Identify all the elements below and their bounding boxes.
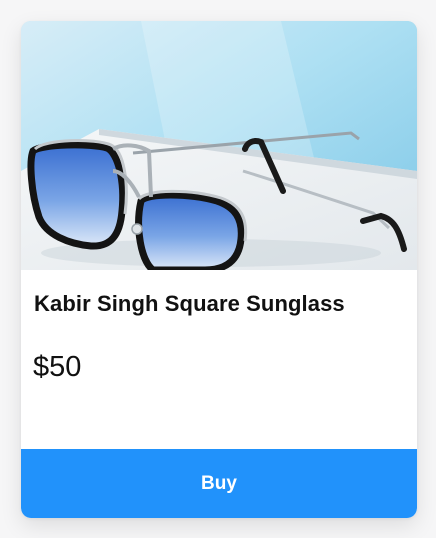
- product-image: [21, 21, 417, 270]
- buy-button[interactable]: Buy: [21, 449, 417, 518]
- product-price: $50: [33, 351, 82, 383]
- product-title: Kabir Singh Square Sunglass: [34, 291, 345, 316]
- page-background: Kabir Singh Square Sunglass $50 Buy: [0, 0, 436, 538]
- sunglasses-illustration: [21, 21, 417, 270]
- product-card: Kabir Singh Square Sunglass $50 Buy: [21, 21, 417, 518]
